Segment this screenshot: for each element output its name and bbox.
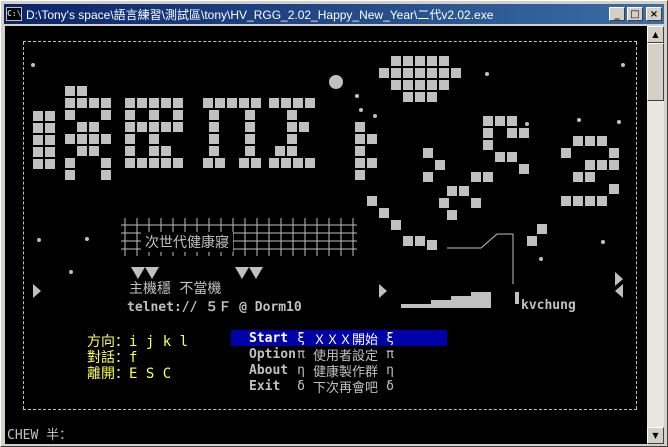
scroll-down-button[interactable]: ▼ (647, 427, 664, 444)
menu-glyph: δ (297, 378, 305, 394)
console-icon[interactable]: C:\ (6, 7, 22, 21)
telnet-address: telnet:// ５Ｆ @ Dorm10 (127, 300, 302, 315)
menu-glyph: π (297, 346, 305, 362)
close-icon: × (649, 8, 659, 20)
minimize-icon: _ (614, 8, 620, 20)
menu-key: Option (249, 346, 296, 362)
console-window: C:\ D:\Tony's space\語言練習\測試區\tony\HV_RGG… (0, 0, 668, 447)
menu-glyph: ξ (386, 330, 394, 346)
window-title: D:\Tony's space\語言練習\測試區\tony\HV_RGG_2.0… (26, 7, 494, 22)
menu-item-exit[interactable]: Exit δ 下次再會吧 δ (231, 378, 447, 396)
scroll-up-button[interactable]: ▲ (647, 26, 664, 43)
menu-glyph: π (386, 346, 394, 362)
arrow-down-icon: ▼ (652, 431, 659, 440)
maximize-button[interactable]: □ (627, 7, 643, 21)
menu-label: 下次再會吧 (313, 380, 379, 396)
exit-hint: 離開：E S C (87, 366, 172, 382)
scroll-thumb[interactable] (647, 43, 664, 101)
menu-glyph: δ (386, 378, 394, 394)
console-area[interactable]: 次世代健康寢 主機穩 不當機 telnet:// ５Ｆ @ Dorm10 kvc… (5, 26, 647, 444)
minimize-button[interactable]: _ (609, 7, 625, 21)
menu-glyph: η (386, 362, 394, 378)
direction-value: i j k l (129, 334, 189, 350)
banner-line1: 主機穩 不當機 (129, 281, 222, 297)
menu-key: Start (249, 330, 289, 346)
close-button[interactable]: × (646, 7, 662, 21)
banner-subtitle: 次世代健康寢 (141, 232, 233, 252)
maximize-icon: □ (630, 8, 640, 20)
vertical-scrollbar[interactable]: ▲ ▼ (647, 26, 664, 444)
menu-glyph: ξ (297, 330, 305, 346)
menu-key: Exit (249, 378, 281, 394)
menu-glyph: η (297, 362, 305, 378)
title-bar[interactable]: C:\ D:\Tony's space\語言練習\測試區\tony\HV_RGG… (4, 4, 664, 24)
ime-status-bar: CHEW 半： (7, 428, 73, 443)
exit-label: 離開 (87, 366, 115, 382)
arrow-up-icon: ▲ (652, 30, 659, 39)
author-credit: kvchung (521, 298, 576, 313)
menu-key: About (249, 362, 289, 378)
exit-value: E S C (129, 366, 172, 382)
